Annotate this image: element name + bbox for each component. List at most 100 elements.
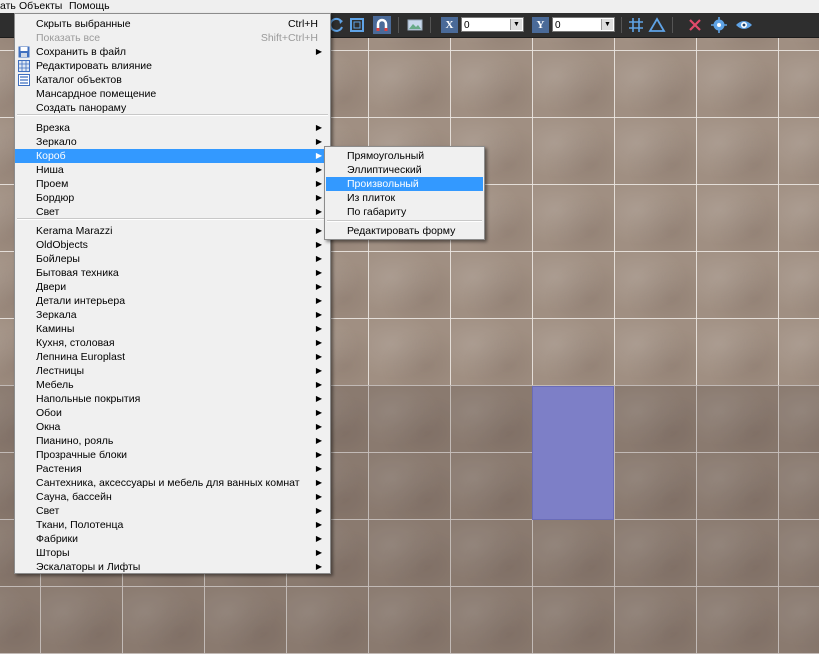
menu-item-label: Редактировать форму <box>347 225 456 237</box>
menu-item-label: Скрыть выбранные <box>36 18 131 30</box>
y-coordinate-combo[interactable]: 0 ▼ <box>552 17 615 32</box>
submenu-arrow-icon: ▶ <box>315 193 322 202</box>
menu-item-label: Врезка <box>36 122 70 134</box>
submenu-arrow-icon: ▶ <box>315 151 322 160</box>
menu-item-label: Создать панораму <box>36 102 127 114</box>
menu-item-label: Лепнина Europlast <box>36 351 125 363</box>
submenu-arrow-icon: ▶ <box>315 137 322 146</box>
objects-menu-item[interactable]: Kerama Marazzi ▶ <box>15 224 330 238</box>
objects-menu-item[interactable]: Пианино, рояль ▶ <box>15 434 330 448</box>
objects-menu-item[interactable]: Детали интерьера ▶ <box>15 294 330 308</box>
menubar: ать Объекты Помощь <box>0 0 819 13</box>
objects-menu-item[interactable]: Мансардное помещение <box>15 87 330 101</box>
submenu-arrow-icon: ▶ <box>315 179 322 188</box>
menu-item-label: Kerama Marazzi <box>36 225 113 237</box>
objects-menu-item[interactable]: Эскалаторы и Лифты ▶ <box>15 560 330 574</box>
objects-menu-item[interactable]: Кухня, столовая ▶ <box>15 336 330 350</box>
objects-menu-item[interactable]: Бойлеры ▶ <box>15 252 330 266</box>
objects-menu-item[interactable]: Шторы ▶ <box>15 546 330 560</box>
korob-submenu-item[interactable]: Произвольный <box>326 177 483 191</box>
korob-submenu-item[interactable]: Редактировать форму <box>326 224 483 238</box>
objects-menu-item[interactable]: Напольные покрытия ▶ <box>15 392 330 406</box>
objects-menu-item[interactable]: Прозрачные блоки ▶ <box>15 448 330 462</box>
menu-item-label: Произвольный <box>347 178 419 190</box>
objects-menu-item[interactable]: Бытовая техника ▶ <box>15 266 330 280</box>
triangle-icon[interactable] <box>648 16 666 34</box>
objects-menu-item[interactable]: Скрыть выбранные Ctrl+H <box>15 17 330 31</box>
objects-menu-item[interactable]: Сохранить в файл ▶ <box>15 45 330 59</box>
submenu-arrow-icon: ▶ <box>315 296 322 305</box>
menu-objects[interactable]: Объекты <box>19 0 62 13</box>
submenu-arrow-icon: ▶ <box>315 548 322 557</box>
objects-menu-item[interactable]: Короб ▶ <box>15 149 330 163</box>
objects-menu-item[interactable]: OldObjects ▶ <box>15 238 330 252</box>
objects-menu-item[interactable]: Проем ▶ <box>15 177 330 191</box>
x-coordinate-combo[interactable]: 0 ▼ <box>461 17 524 32</box>
objects-menu-item[interactable]: Ткани, Полотенца ▶ <box>15 518 330 532</box>
menu-item-label: Детали интерьера <box>36 295 126 307</box>
objects-menu-item[interactable]: Обои ▶ <box>15 406 330 420</box>
menu-item-label: Сохранить в файл <box>36 46 127 58</box>
target-icon[interactable] <box>710 16 728 34</box>
objects-menu-item[interactable]: Редактировать влияние <box>15 59 330 73</box>
objects-menu-item[interactable]: Зеркало ▶ <box>15 135 330 149</box>
korob-submenu-item[interactable]: Эллиптический <box>326 163 483 177</box>
menu-item-label: Из плиток <box>347 192 396 204</box>
menu-item-label: Пианино, рояль <box>36 435 114 447</box>
objects-menu-item[interactable]: Фабрики ▶ <box>15 532 330 546</box>
y-coordinate-value: 0 <box>555 20 561 31</box>
objects-menu-item[interactable]: Сантехника, аксессуары и мебель для ванн… <box>15 476 330 490</box>
submenu-arrow-icon: ▶ <box>315 226 322 235</box>
menu-item-label: Эллиптический <box>347 164 422 176</box>
menu-help[interactable]: Помощь <box>69 0 110 13</box>
submenu-arrow-icon: ▶ <box>315 207 322 216</box>
frame-icon[interactable] <box>348 16 366 34</box>
selected-tile[interactable] <box>532 386 614 520</box>
menu-item-label: OldObjects <box>36 239 88 251</box>
image-icon[interactable] <box>406 16 424 34</box>
toolbar-separator <box>398 17 399 33</box>
menu-item-shortcut: Shift+Ctrl+H <box>260 32 318 44</box>
objects-menu-item[interactable]: Окна ▶ <box>15 420 330 434</box>
menu-item-label: Мебель <box>36 379 74 391</box>
grid-hash-icon[interactable] <box>627 16 645 34</box>
objects-menu-item[interactable]: Свет ▶ <box>15 205 330 219</box>
objects-menu-item[interactable]: Лепнина Europlast ▶ <box>15 350 330 364</box>
korob-submenu-item[interactable]: По габариту <box>326 205 483 219</box>
chevron-down-icon[interactable]: ▼ <box>510 19 522 30</box>
menu-item-label: Шторы <box>36 547 70 559</box>
magnet-icon[interactable] <box>373 16 391 34</box>
objects-menu-item[interactable]: Сауна, бассейн ▶ <box>15 490 330 504</box>
submenu-arrow-icon: ▶ <box>315 338 322 347</box>
korob-submenu: Прямоугольный Эллиптический Произвольный Из… <box>324 146 485 240</box>
menu-item-label: Зеркала <box>36 309 77 321</box>
submenu-arrow-icon: ▶ <box>315 408 322 417</box>
objects-menu-item[interactable]: Камины ▶ <box>15 322 330 336</box>
menu-item-label: Фабрики <box>36 533 78 545</box>
objects-menu-item[interactable]: Зеркала ▶ <box>15 308 330 322</box>
submenu-arrow-icon: ▶ <box>315 478 322 487</box>
x-coordinate-value: 0 <box>464 20 470 31</box>
menu-item-label: Ткани, Полотенца <box>36 519 124 531</box>
objects-menu-item[interactable]: Врезка ▶ <box>15 121 330 135</box>
korob-submenu-item[interactable]: Прямоугольный <box>326 149 483 163</box>
korob-submenu-item[interactable]: Из плиток <box>326 191 483 205</box>
eye-icon[interactable] <box>735 16 753 34</box>
submenu-arrow-icon: ▶ <box>315 520 322 529</box>
catalog-icon <box>18 74 30 86</box>
objects-menu-item[interactable]: Лестницы ▶ <box>15 364 330 378</box>
menu-edit[interactable]: ать <box>0 0 16 13</box>
objects-menu-item[interactable]: Ниша ▶ <box>15 163 330 177</box>
objects-menu-item[interactable]: Двери ▶ <box>15 280 330 294</box>
chevron-down-icon[interactable]: ▼ <box>601 19 613 30</box>
objects-menu-item[interactable]: Свет ▶ <box>15 504 330 518</box>
objects-menu-item[interactable]: Растения ▶ <box>15 462 330 476</box>
submenu-arrow-icon: ▶ <box>315 436 322 445</box>
menu-item-label: Сантехника, аксессуары и мебель для ванн… <box>36 477 300 489</box>
objects-menu-item[interactable]: Каталог объектов <box>15 73 330 87</box>
objects-menu-item[interactable]: Бордюр ▶ <box>15 191 330 205</box>
submenu-arrow-icon: ▶ <box>315 352 322 361</box>
objects-menu-item[interactable]: Мебель ▶ <box>15 378 330 392</box>
objects-menu-item[interactable]: Создать панораму <box>15 101 330 115</box>
delete-icon[interactable] <box>686 16 704 34</box>
